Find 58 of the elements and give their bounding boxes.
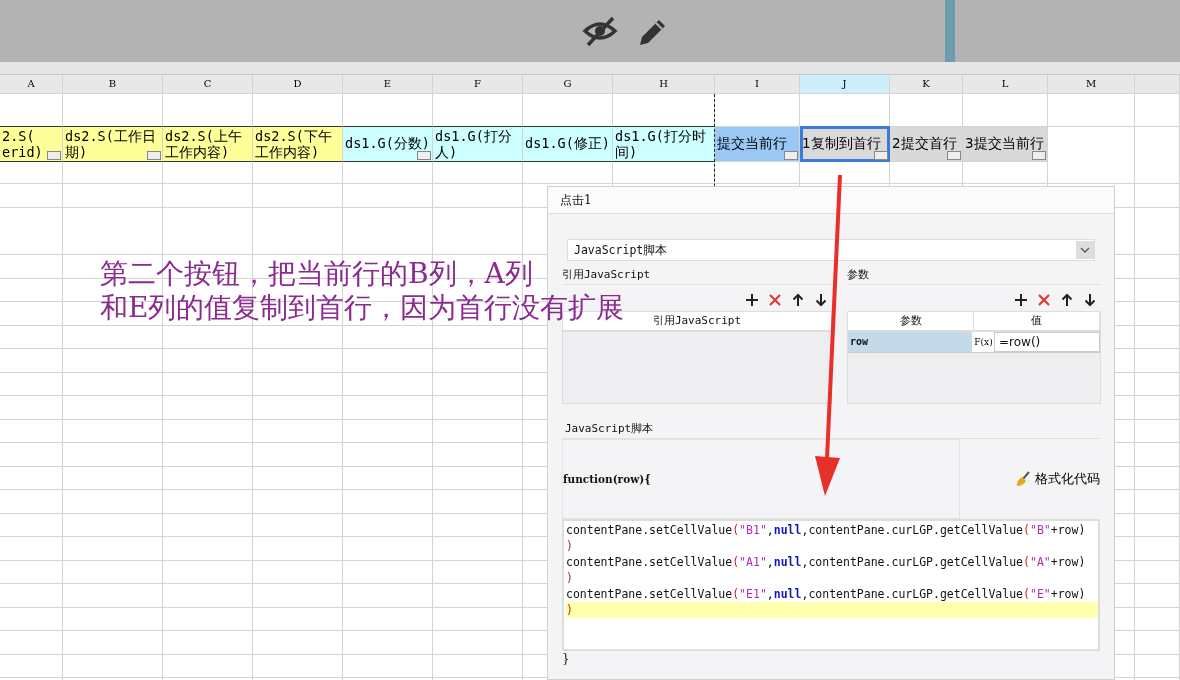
column-header: 引用JavaScript <box>652 313 742 329</box>
column-header: 值 <box>974 312 1100 330</box>
dialog-title: 点击1 <box>548 187 1114 214</box>
column-header[interactable]: K <box>890 75 963 94</box>
annotation-text: 第二个按钮，把当前行的B列，A列 <box>100 257 533 291</box>
parameter-row[interactable]: row F(x) =row() <box>848 332 1100 353</box>
column-header[interactable]: G <box>523 75 613 94</box>
chevron-down-icon[interactable] <box>1076 241 1094 259</box>
code-editor[interactable] <box>562 519 1100 651</box>
format-code-button[interactable]: 格式化代码 <box>1015 470 1100 488</box>
column-header[interactable]: H <box>613 75 715 94</box>
column-header[interactable]: E <box>343 75 433 94</box>
type-dropdown[interactable]: JavaScript脚本 <box>567 239 1095 261</box>
arrow-up-icon[interactable] <box>1060 293 1074 307</box>
column-header[interactable]: J <box>800 75 890 94</box>
column-header[interactable]: I <box>715 75 800 94</box>
parameter-name[interactable]: row <box>848 332 972 352</box>
function-signature: function(row){ <box>563 473 651 485</box>
arrow-up-icon[interactable] <box>791 293 805 307</box>
column-header[interactable]: B <box>63 75 163 94</box>
code-line: contentPane.setCellValue("E1",null,contentPane.curLGP.getCellValue("E"+row) <box>566 586 1087 602</box>
field-cell[interactable]: ds1.G(修正) <box>523 126 613 162</box>
annotation-text: 和E列的值复制到首行，因为首行没有扩展 <box>100 291 625 325</box>
arrow-down-icon[interactable] <box>814 293 828 307</box>
field-cell[interactable]: ds2.S(上午工作内容) <box>163 126 253 162</box>
function-closing: } <box>562 652 570 666</box>
column-header[interactable]: M <box>1048 75 1135 94</box>
field-cell[interactable]: ds2.S(下午工作内容) <box>253 126 343 162</box>
add-icon[interactable] <box>745 293 759 307</box>
close-icon[interactable] <box>1037 293 1051 307</box>
column-header[interactable]: C <box>163 75 253 94</box>
section-label: 参数 <box>847 265 1101 285</box>
broom-icon <box>1015 471 1031 487</box>
arrow-down-icon[interactable] <box>1083 293 1097 307</box>
column-header: 参数 <box>848 312 974 330</box>
code-line: ) <box>566 570 574 586</box>
field-cell[interactable]: ds1.G(打分时间) <box>613 126 715 162</box>
section-label: JavaScript脚本 <box>562 419 1100 439</box>
code-line: contentPane.setCellValue("B1",null,contentPane.curLGP.getCellValue("B"+row) <box>566 522 1087 538</box>
column-header[interactable]: F <box>433 75 523 94</box>
button-cell[interactable]: 3提交当前行 <box>963 126 1048 162</box>
field-cell[interactable]: ds1.G(打分人) <box>433 126 523 162</box>
field-cell[interactable]: ds2.S(工作日期) <box>63 126 163 162</box>
button-cell[interactable]: 1复制到首行 <box>800 126 890 162</box>
visibility-off-icon[interactable] <box>582 15 618 47</box>
column-header[interactable]: A <box>0 75 63 94</box>
close-icon[interactable] <box>768 293 782 307</box>
code-line: contentPane.setCellValue("A1",null,contentPane.curLGP.getCellValue("A"+row) <box>566 554 1087 570</box>
field-cell[interactable]: ds1.G(分数) <box>343 126 433 162</box>
section-label: 引用JavaScript <box>562 265 832 285</box>
code-line: ) <box>566 538 574 554</box>
button-cell[interactable]: 提交当前行 <box>715 126 800 162</box>
button-cell[interactable]: 2提交首行 <box>890 126 963 162</box>
add-icon[interactable] <box>1014 293 1028 307</box>
parameter-value[interactable]: =row() <box>994 332 1100 352</box>
column-header[interactable]: L <box>963 75 1048 94</box>
column-header[interactable]: D <box>253 75 343 94</box>
field-cell[interactable]: 2.S( erid) <box>0 126 63 162</box>
